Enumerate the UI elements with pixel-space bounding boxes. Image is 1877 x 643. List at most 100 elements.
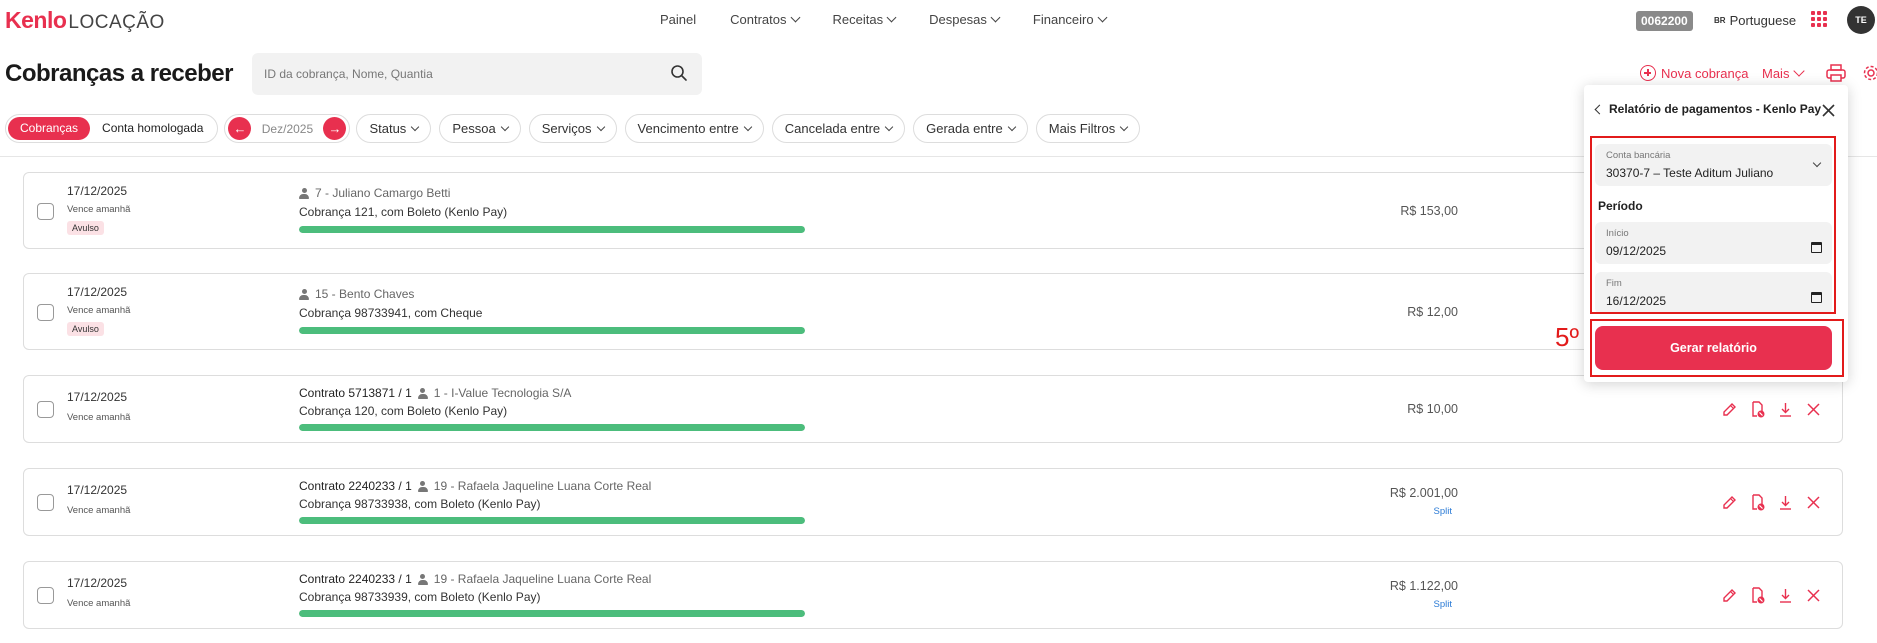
progress-fill xyxy=(299,424,805,431)
filter-chips: Status Pessoa Serviços Vencimento entre Canc… xyxy=(356,114,1148,143)
charge-description: Cobrança 98733938, com Boleto (Kenlo Pay… xyxy=(299,497,541,511)
row-checkbox[interactable] xyxy=(37,494,54,511)
due-status: Vence amanhã xyxy=(67,598,131,609)
row-checkbox[interactable] xyxy=(37,202,54,220)
person-icon xyxy=(417,480,428,492)
chevron-left-icon[interactable] xyxy=(1594,104,1605,114)
gear-icon[interactable] xyxy=(1862,64,1877,82)
download-icon[interactable] xyxy=(1777,494,1794,511)
filter-chip-label: Cancelada entre xyxy=(784,121,881,136)
edit-icon[interactable] xyxy=(1721,587,1738,604)
row-checkbox[interactable] xyxy=(37,587,54,604)
charge-party: Contrato 5713871 / 1 1 - I-Value Tecnolog… xyxy=(299,386,571,400)
due-date: 17/12/2025 xyxy=(67,483,128,497)
nav-item-label: Contratos xyxy=(730,12,787,27)
filter-chip-label: Serviços xyxy=(541,121,592,136)
filter-chip-label: Status xyxy=(369,121,407,136)
printer-icon[interactable] xyxy=(1826,64,1846,82)
filter-chip[interactable]: Vencimento entre xyxy=(624,114,764,143)
close-icon[interactable] xyxy=(1805,494,1822,511)
due-date: 17/12/2025 xyxy=(67,184,128,198)
close-icon[interactable] xyxy=(1805,587,1822,604)
document-cancel-icon[interactable] xyxy=(1749,587,1766,604)
filter-chip[interactable]: Cancelada entre xyxy=(771,114,906,143)
split-link[interactable]: Split xyxy=(1434,506,1452,517)
apps-grid-icon[interactable] xyxy=(1811,11,1827,27)
row-actions xyxy=(1721,494,1822,511)
progress-fill xyxy=(299,327,805,334)
chevron-down-icon xyxy=(743,122,752,132)
nav-item-painel[interactable]: Painel xyxy=(660,12,696,27)
nav-item-receitas[interactable]: Receitas xyxy=(832,12,897,27)
due-date: 17/12/2025 xyxy=(67,576,128,590)
progress-bar xyxy=(299,517,805,524)
download-icon[interactable] xyxy=(1777,587,1794,604)
top-bar: Kenlo LOCAÇÃO Painel Contratos Receitas Des… xyxy=(0,0,1877,42)
progress-bar xyxy=(299,610,805,617)
person-icon xyxy=(299,288,309,300)
filter-chip[interactable]: Gerada entre xyxy=(913,114,1028,143)
panel-header: Relatório de pagamentos - Kenlo Pay xyxy=(1594,102,1822,116)
table-row[interactable]: 17/12/2025 Vence amanhã Contrato 2240233 /… xyxy=(23,561,1843,629)
segment-option[interactable]: Conta homologada xyxy=(90,117,215,140)
nav-item-despesas[interactable]: Despesas xyxy=(929,12,1001,27)
contract-link[interactable]: Contrato 2240233 / 1 xyxy=(299,572,412,586)
table-row[interactable]: 17/12/2025 Vence amanhã Contrato 2240233 /… xyxy=(23,468,1843,536)
filter-chip-label: Vencimento entre xyxy=(637,121,739,136)
contract-link[interactable]: Contrato 5713871 / 1 xyxy=(299,386,412,400)
progress-fill xyxy=(299,226,805,233)
chevron-down-icon xyxy=(886,12,897,23)
filter-chip[interactable]: Serviços xyxy=(528,114,617,143)
document-cancel-icon[interactable] xyxy=(1749,401,1766,418)
month-label: Dez/2025 xyxy=(261,121,314,136)
arrow-right-icon[interactable]: → xyxy=(323,117,347,140)
nav-item-label: Despesas xyxy=(929,12,987,27)
charge-amount: R$ 1.122,00 xyxy=(1389,579,1458,593)
charge-type-toggle: Cobranças Conta homologada xyxy=(5,114,219,143)
nav-item-financeiro[interactable]: Financeiro xyxy=(1033,12,1108,27)
contract-link[interactable]: Contrato 2240233 / 1 xyxy=(299,479,412,493)
language-selector[interactable]: BR Portuguese xyxy=(1714,13,1796,28)
logo-product: LOCAÇÃO xyxy=(68,12,165,33)
new-charge-button[interactable]: Nova cobrança xyxy=(1640,65,1748,81)
chevron-down-icon xyxy=(596,122,605,132)
charge-description: Cobrança 121, com Boleto (Kenlo Pay) xyxy=(299,205,508,219)
charge-amount: R$ 10,00 xyxy=(1407,402,1458,416)
plus-circle-icon xyxy=(1640,65,1656,81)
filter-chip[interactable]: Pessoa xyxy=(439,114,521,143)
document-cancel-icon[interactable] xyxy=(1749,494,1766,511)
charge-amount: R$ 2.001,00 xyxy=(1389,486,1458,500)
progress-bar xyxy=(299,327,805,334)
panel-title: Relatório de pagamentos - Kenlo Pay xyxy=(1609,102,1822,116)
nav-item-label: Painel xyxy=(660,12,697,27)
split-link[interactable]: Split xyxy=(1434,599,1452,610)
charge-amount: R$ 153,00 xyxy=(1400,203,1458,218)
close-icon[interactable] xyxy=(1805,401,1822,418)
charge-party: 15 - Bento Chaves xyxy=(299,287,414,301)
filter-chip[interactable]: Status xyxy=(356,114,432,143)
filter-chip[interactable]: Mais Filtros xyxy=(1035,114,1141,143)
charge-party: Contrato 2240233 / 1 19 - Rafaela Jaqueli… xyxy=(299,572,651,586)
arrow-left-icon[interactable]: ← xyxy=(228,117,252,140)
progress-fill xyxy=(299,517,805,524)
close-icon[interactable] xyxy=(1822,104,1835,117)
charge-description: Cobrança 120, com Boleto (Kenlo Pay) xyxy=(299,404,508,418)
row-checkbox[interactable] xyxy=(37,401,54,418)
search-input[interactable] xyxy=(264,63,664,85)
user-avatar[interactable]: TE xyxy=(1847,6,1875,34)
kenlo-logo[interactable]: Kenlo LOCAÇÃO xyxy=(5,7,165,34)
segment-option[interactable]: Cobranças xyxy=(8,117,91,140)
table-row[interactable]: 17/12/2025 Vence amanhã Avulso 7 - Juliano … xyxy=(23,172,1843,249)
row-checkbox[interactable] xyxy=(37,303,54,321)
edit-icon[interactable] xyxy=(1721,401,1738,418)
nav-item-contratos[interactable]: Contratos xyxy=(730,12,800,27)
nav-item-label: Receitas xyxy=(832,12,884,27)
type-badge: Avulso xyxy=(67,221,104,235)
table-row[interactable]: 17/12/2025 Vence amanhã Contrato 5713871 /… xyxy=(23,375,1843,443)
row-actions xyxy=(1721,587,1822,604)
brazil-flag-icon: BR xyxy=(1714,16,1726,25)
edit-icon[interactable] xyxy=(1721,494,1738,511)
more-menu-button[interactable]: Mais xyxy=(1762,65,1806,81)
search-icon[interactable] xyxy=(670,64,688,82)
download-icon[interactable] xyxy=(1777,401,1794,418)
